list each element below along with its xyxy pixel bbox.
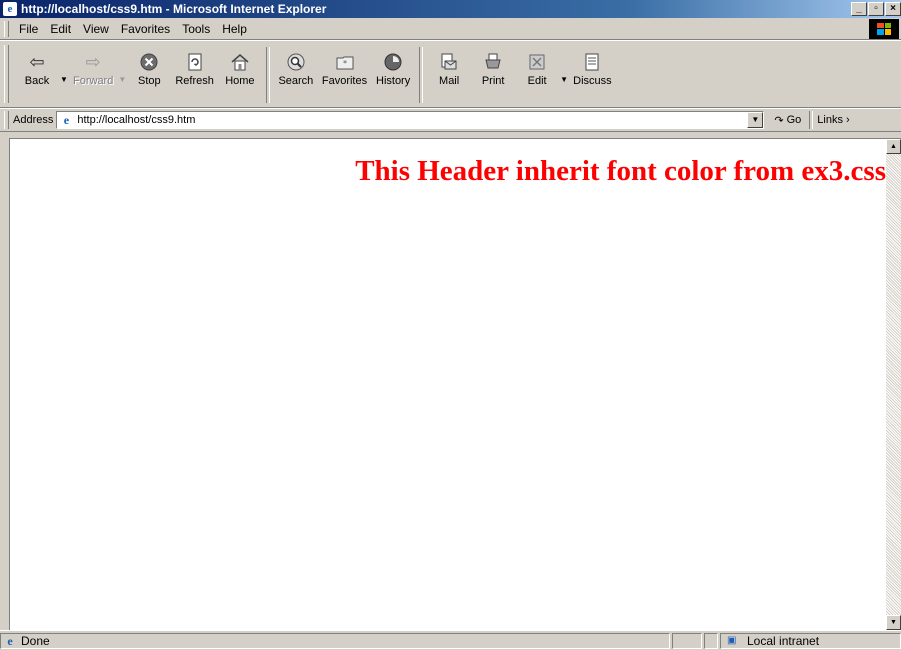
browser-viewport: This Header inherit font color from ex3.…	[9, 138, 901, 630]
address-grip[interactable]	[4, 111, 9, 129]
chevron-right-icon: ›	[846, 114, 850, 126]
minimize-button[interactable]: _	[851, 2, 867, 16]
menu-grip[interactable]	[4, 20, 9, 37]
menu-file[interactable]: File	[13, 22, 44, 36]
page-icon: e	[7, 633, 13, 648]
status-message: e Done	[0, 632, 670, 649]
back-label: Back	[24, 75, 50, 87]
menu-bar: File Edit View Favorites Tools Help	[0, 18, 901, 40]
status-cell	[704, 632, 718, 649]
links-separator	[809, 111, 814, 129]
search-icon	[285, 51, 307, 73]
window-controls: _ ▫ ×	[850, 2, 901, 16]
refresh-label: Refresh	[175, 75, 214, 87]
menu-view[interactable]: View	[77, 22, 115, 36]
favorites-label: Favorites	[321, 75, 368, 87]
svg-text:*: *	[343, 59, 347, 68]
address-input[interactable]: e http://localhost/css9.htm ▼	[56, 111, 765, 129]
discuss-button[interactable]: Discuss	[569, 43, 616, 107]
print-button[interactable]: Print	[471, 43, 515, 107]
favorites-button[interactable]: * Favorites	[318, 43, 371, 107]
history-label: History	[376, 75, 411, 87]
toolbar-separator	[419, 47, 424, 103]
forward-label: Forward	[73, 75, 114, 87]
title-bar: e http://localhost/css9.htm - Microsoft …	[0, 0, 901, 18]
discuss-label: Discuss	[573, 75, 612, 87]
address-dropdown-button[interactable]: ▼	[747, 112, 764, 128]
scroll-up-button[interactable]: ▲	[886, 139, 901, 154]
page-icon: e	[59, 113, 74, 127]
mail-icon	[438, 51, 460, 73]
menu-edit[interactable]: Edit	[44, 22, 77, 36]
edit-button[interactable]: Edit	[515, 43, 559, 107]
history-icon	[382, 51, 404, 73]
forward-arrow-icon: ⇨	[85, 51, 101, 73]
menu-favorites[interactable]: Favorites	[115, 22, 176, 36]
address-bar: Address e http://localhost/css9.htm ▼ ↷ …	[0, 108, 901, 132]
scroll-down-button[interactable]: ▼	[886, 615, 901, 630]
menu-help[interactable]: Help	[216, 22, 253, 36]
printer-icon	[482, 51, 504, 73]
maximize-button[interactable]: ▫	[868, 2, 884, 16]
standard-toolbar: ⇦ Back ▼ ⇨ Forward ▼ Stop Refresh Home S…	[0, 40, 901, 108]
stop-icon	[138, 51, 160, 73]
home-icon	[229, 51, 251, 73]
history-button[interactable]: History	[371, 43, 415, 107]
forward-dropdown-icon[interactable]: ▼	[117, 43, 127, 107]
close-button[interactable]: ×	[885, 2, 901, 16]
refresh-icon	[184, 51, 206, 73]
search-button[interactable]: Search	[274, 43, 318, 107]
go-button[interactable]: ↷ Go	[774, 114, 801, 127]
refresh-button[interactable]: Refresh	[171, 43, 218, 107]
stop-label: Stop	[138, 75, 161, 87]
toolbar-separator	[265, 47, 270, 103]
discuss-icon	[581, 51, 603, 73]
forward-button[interactable]: ⇨ Forward	[69, 43, 117, 107]
status-text: Done	[21, 633, 50, 648]
go-label: Go	[786, 114, 802, 126]
edit-icon	[526, 51, 548, 73]
edit-label: Edit	[527, 75, 547, 87]
links-label: Links	[817, 114, 843, 126]
print-label: Print	[481, 75, 505, 87]
address-url[interactable]: http://localhost/css9.htm	[77, 114, 195, 126]
ie-logo-icon: e	[3, 2, 17, 16]
window-title: http://localhost/css9.htm - Microsoft In…	[21, 2, 327, 16]
home-label: Home	[225, 75, 255, 87]
intranet-icon: ▣	[727, 634, 737, 646]
back-button[interactable]: ⇦ Back	[15, 43, 59, 107]
page-heading: This Header inherit font color from ex3.…	[355, 155, 886, 187]
zone-label: Local intranet	[747, 633, 820, 648]
stop-button[interactable]: Stop	[127, 43, 171, 107]
vertical-scrollbar[interactable]: ▲ ▼	[886, 139, 901, 630]
toolbar-grip[interactable]	[4, 45, 9, 103]
back-dropdown-icon[interactable]: ▼	[59, 43, 69, 107]
mail-label: Mail	[439, 75, 460, 87]
links-button[interactable]: Links ›	[817, 114, 849, 126]
go-arrow-icon: ↷	[774, 114, 784, 127]
favorites-folder-icon: *	[334, 51, 356, 73]
search-label: Search	[278, 75, 314, 87]
status-cell	[672, 632, 702, 649]
page-content: This Header inherit font color from ex3.…	[10, 139, 886, 630]
home-button[interactable]: Home	[218, 43, 262, 107]
menu-tools[interactable]: Tools	[176, 22, 216, 36]
windows-logo-icon	[869, 18, 899, 39]
back-arrow-icon: ⇦	[29, 51, 45, 73]
status-bar: e Done ▣ Local intranet	[0, 630, 901, 650]
mail-button[interactable]: Mail	[427, 43, 471, 107]
address-label: Address	[13, 114, 54, 126]
security-zone: ▣ Local intranet	[720, 632, 901, 649]
edit-dropdown-icon[interactable]: ▼	[559, 43, 569, 107]
